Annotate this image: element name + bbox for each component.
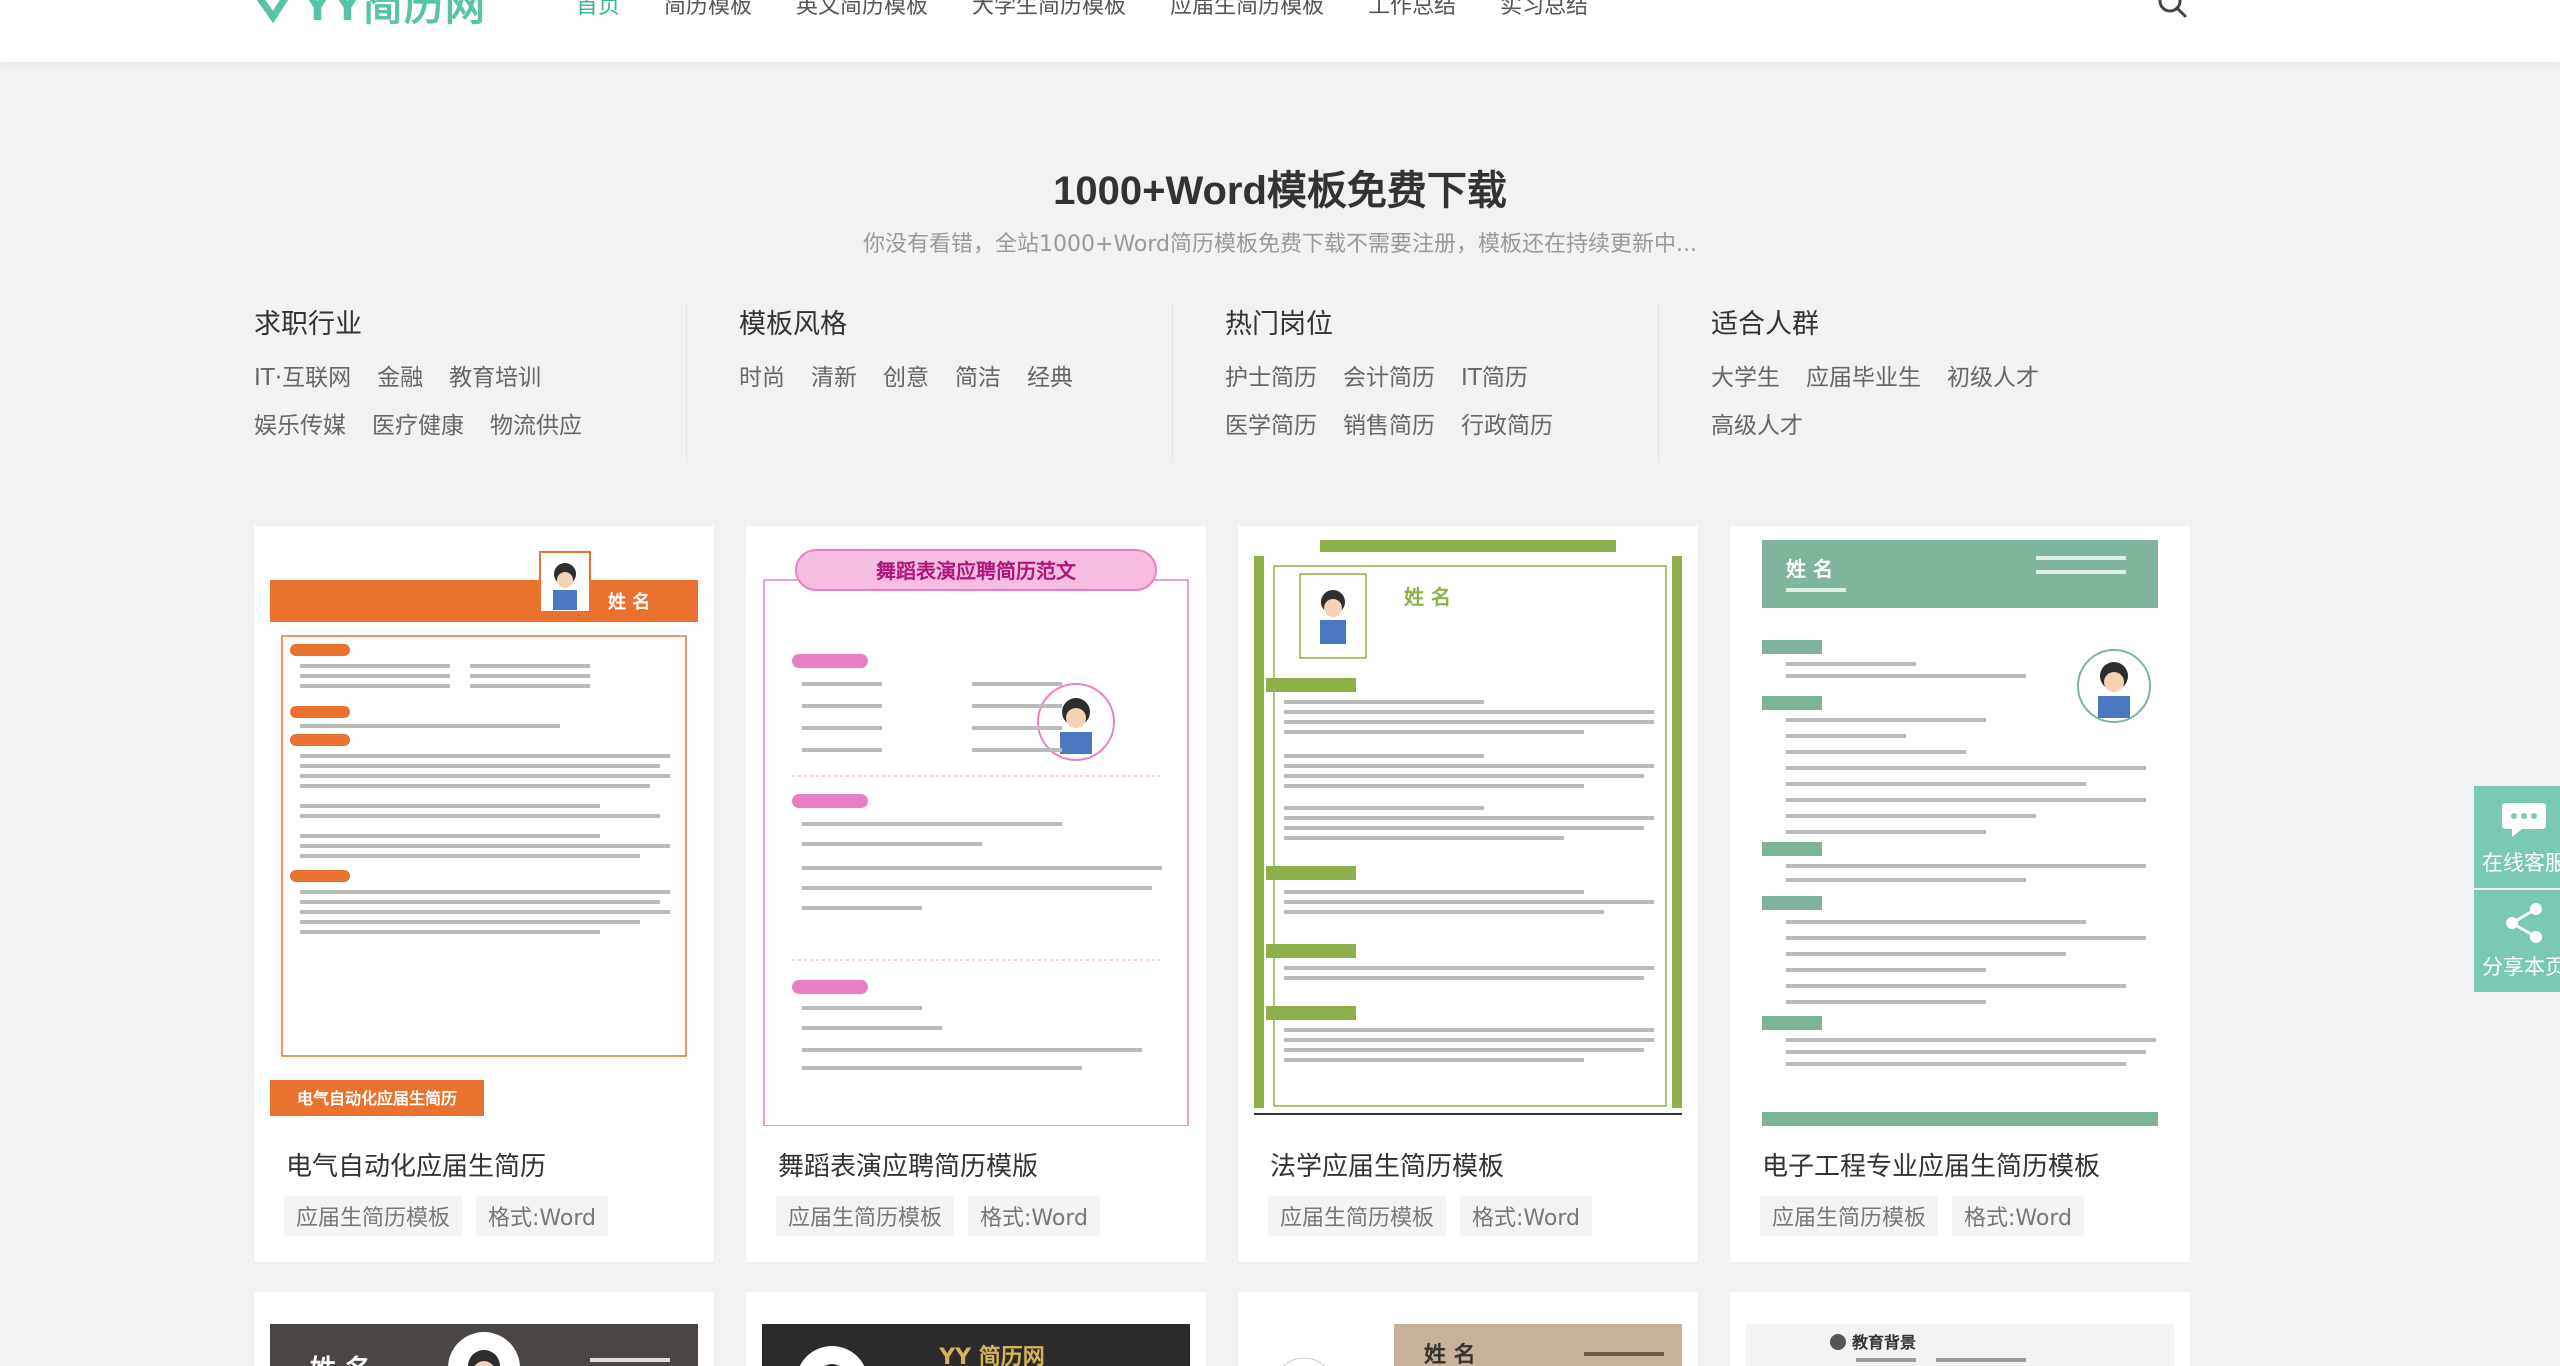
category-title: 模板风格 — [739, 309, 847, 340]
chat-icon — [2502, 803, 2546, 837]
template-thumbnail[interactable]: 姓 名 — [1254, 1308, 1682, 1366]
floating-sidebar: 在线客服 分享本页 — [2474, 786, 2560, 994]
online-service-label: 在线客服 — [2482, 851, 2560, 875]
nav-resume-templates[interactable]: 简历模板 — [664, 0, 752, 20]
template-thumbnail[interactable]: 姓 名 — [1254, 540, 1682, 1126]
category-link[interactable]: 清新 — [811, 363, 857, 393]
nav-internship-summary[interactable]: 实习总结 — [1500, 0, 1588, 20]
category-link[interactable]: 行政简历 — [1461, 411, 1553, 441]
thumb-brand: YY 简历网 — [938, 1344, 1045, 1366]
template-thumbnail[interactable]: 姓 名 电气自动化应届生简历 — [270, 540, 698, 1126]
category-link[interactable]: 医疗健康 — [372, 411, 464, 441]
category-style: 模板风格 时尚 清新 创意 简洁 经典 — [686, 302, 1170, 462]
category-link[interactable]: 医学简历 — [1225, 411, 1317, 441]
site-logo[interactable]: YY简历网 — [255, 0, 486, 30]
online-service-button[interactable]: 在线客服 — [2474, 786, 2560, 888]
template-thumbnail[interactable]: 舞蹈表演应聘简历范文 — [762, 540, 1190, 1126]
category-link[interactable]: 经典 — [1027, 363, 1073, 393]
logo-check-icon — [255, 0, 295, 24]
nav-college-templates[interactable]: 大学生简历模板 — [972, 0, 1126, 20]
category-link[interactable]: 简洁 — [955, 363, 1001, 393]
hero-title: 1000+Word模板免费下载 — [1053, 169, 1507, 213]
template-title[interactable]: 法学应届生简历模板 — [1270, 1146, 1504, 1183]
category-link[interactable]: 金融 — [377, 363, 423, 393]
category-tag[interactable]: 应届生简历模板 — [776, 1196, 955, 1236]
search-icon[interactable] — [2155, 0, 2189, 20]
category-link[interactable]: 创意 — [883, 363, 929, 393]
share-page-label: 分享本页 — [2482, 955, 2560, 979]
category-link[interactable]: 护士简历 — [1225, 363, 1317, 393]
template-card[interactable]: 姓 名 电气自动化应届生简历 电气自动化应届生简历 应届生简历模板 格式:Wor… — [254, 526, 714, 1262]
category-link[interactable]: 高级人才 — [1711, 411, 1803, 441]
thumb-name: 姓 名 — [1404, 585, 1451, 609]
category-filters: 求职行业 IT·互联网 金融 教育培训 娱乐传媒 医疗健康 物流供应 模板风格 … — [254, 302, 2294, 462]
thumb-header: 舞蹈表演应聘简历范文 — [876, 559, 1077, 583]
nav-work-summary[interactable]: 工作总结 — [1368, 0, 1456, 20]
format-tag: 格式:Word — [1952, 1196, 2084, 1236]
thumb-name: 姓 名 — [310, 1354, 371, 1366]
template-title[interactable]: 电气自动化应届生简历 — [286, 1146, 546, 1183]
template-card[interactable]: 姓 名 — [1730, 526, 2190, 1262]
template-card[interactable]: 姓 名 — [1238, 1292, 1698, 1366]
category-title: 求职行业 — [254, 309, 362, 340]
main-nav: 首页 简历模板 英文简历模板 大学生简历模板 应届生简历模板 工作总结 实习总结 — [576, 0, 1632, 20]
category-tag[interactable]: 应届生简历模板 — [284, 1196, 463, 1236]
share-page-button[interactable]: 分享本页 — [2474, 890, 2560, 992]
category-link[interactable]: 大学生 — [1711, 363, 1780, 393]
category-audience: 适合人群 大学生 应届毕业生 初级人才 高级人才 — [1658, 302, 2258, 462]
format-tag: 格式:Word — [476, 1196, 608, 1236]
template-thumbnail[interactable]: 教育背景 — [1746, 1308, 2174, 1366]
template-title[interactable]: 舞蹈表演应聘简历模版 — [778, 1146, 1038, 1183]
category-link[interactable]: 娱乐传媒 — [254, 411, 346, 441]
nav-graduate-templates[interactable]: 应届生简历模板 — [1170, 0, 1324, 20]
thumb-name: 姓 名 — [1786, 557, 1833, 581]
format-tag: 格式:Word — [968, 1196, 1100, 1236]
thumb-label: 教育背景 — [1852, 1333, 1916, 1352]
template-card[interactable]: 姓 名 — [254, 1292, 714, 1366]
template-title[interactable]: 电子工程专业应届生简历模板 — [1762, 1146, 2100, 1183]
category-link[interactable]: 初级人才 — [1947, 363, 2039, 393]
category-title: 热门岗位 — [1225, 309, 1333, 340]
category-tag[interactable]: 应届生简历模板 — [1268, 1196, 1447, 1236]
category-link[interactable]: 时尚 — [739, 363, 785, 393]
template-card[interactable]: YY 简历网 — [746, 1292, 1206, 1366]
category-link[interactable]: 物流供应 — [490, 411, 582, 441]
category-link[interactable]: 应届毕业生 — [1806, 363, 1921, 393]
category-title: 适合人群 — [1711, 309, 1819, 340]
site-header: YY简历网 首页 简历模板 英文简历模板 大学生简历模板 应届生简历模板 工作总… — [0, 0, 2560, 62]
thumb-name: 姓 名 — [1424, 1342, 1476, 1366]
category-link[interactable]: 会计简历 — [1343, 363, 1435, 393]
nav-home[interactable]: 首页 — [576, 0, 620, 20]
category-tag[interactable]: 应届生简历模板 — [1760, 1196, 1939, 1236]
thumb-footer: 电气自动化应届生简历 — [297, 1089, 457, 1108]
category-positions: 热门岗位 护士简历 会计简历 IT简历 医学简历 销售简历 行政简历 — [1172, 302, 1656, 462]
template-thumbnail[interactable]: 姓 名 — [270, 1308, 698, 1366]
thumb-name: 姓 名 — [608, 591, 650, 613]
category-link[interactable]: 销售简历 — [1343, 411, 1435, 441]
format-tag: 格式:Word — [1460, 1196, 1592, 1236]
template-card[interactable]: 姓 名 法学应届生简历模板 应届生简历模板 格式:Word — [1238, 526, 1698, 1262]
template-card[interactable]: 教育背景 — [1730, 1292, 2190, 1366]
template-thumbnail[interactable]: 姓 名 — [1746, 540, 2174, 1126]
nav-english-templates[interactable]: 英文简历模板 — [796, 0, 928, 20]
template-thumbnail[interactable]: YY 简历网 — [762, 1308, 1190, 1366]
logo-text: YY简历网 — [303, 0, 486, 30]
category-link[interactable]: 教育培训 — [449, 363, 541, 393]
share-icon — [2506, 903, 2542, 943]
category-link[interactable]: IT简历 — [1461, 363, 1528, 393]
template-card[interactable]: 舞蹈表演应聘简历范文 舞蹈表演应聘简历模版 应届生简历模板 格式:Word — [746, 526, 1206, 1262]
category-link[interactable]: IT·互联网 — [254, 363, 351, 393]
hero-subtitle: 你没有看错，全站1000+Word简历模板免费下载不需要注册，模板还在持续更新中… — [863, 232, 1697, 257]
category-industry: 求职行业 IT·互联网 金融 教育培训 娱乐传媒 医疗健康 物流供应 — [254, 302, 684, 462]
